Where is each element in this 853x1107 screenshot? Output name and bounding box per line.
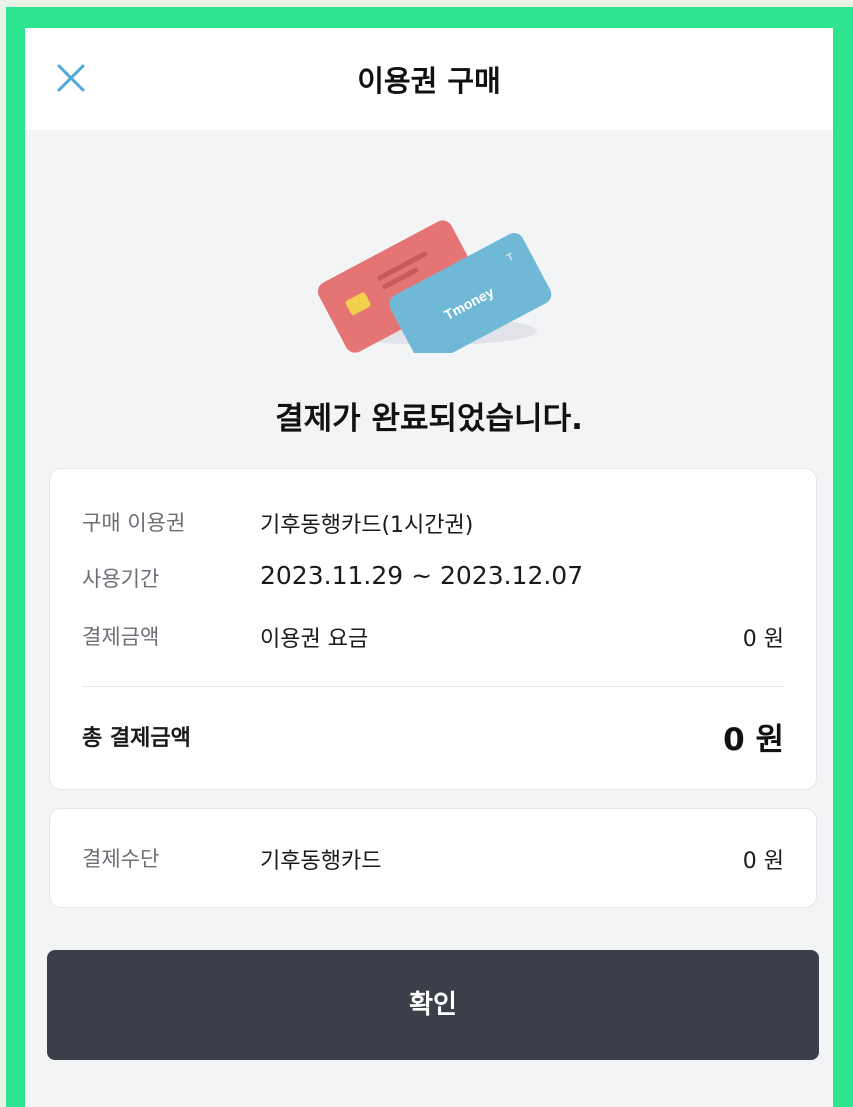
payment-method-card: 결제수단 기후동행카드 0 원 [49,808,817,908]
top-bar: 이용권 구매 [25,28,833,130]
summary-row-ticket: 구매 이용권 기후동행카드(1시간권) [82,507,784,541]
summary-label: 구매 이용권 [82,511,186,535]
confirm-button[interactable]: 확인 [47,950,819,1060]
app-screen: 이용권 구매 Tmoney T 결제가 완료되었습니다. 구매 이용권 기후동행… [25,28,833,1107]
page-title: 이용권 구매 [357,64,501,98]
summary-label: 사용기간 [82,567,160,591]
summary-row-payment-amount: 결제금액 이용권 요금 0 원 [82,621,784,655]
purchase-summary-card: 구매 이용권 기후동행카드(1시간권) 사용기간 2023.11.29 ~ 20… [49,468,817,790]
payment-complete-message: 결제가 완료되었습니다. [275,401,583,437]
summary-row-period: 사용기간 2023.11.29 ~ 2023.12.07 [82,561,784,597]
summary-label: 결제금액 [82,625,160,649]
divider [82,686,784,687]
payment-cards-illustration: Tmoney T [317,220,552,353]
payment-method-label: 결제수단 [82,847,160,871]
device-frame: 이용권 구매 Tmoney T 결제가 완료되었습니다. 구매 이용권 기후동행… [6,7,853,1107]
total-amount: 0 원 [723,722,784,758]
summary-amount: 0 원 [742,627,784,652]
total-row: 총 결제금액 0 원 [82,714,784,758]
summary-value: 2023.11.29 ~ 2023.12.07 [260,561,584,590]
total-label: 총 결제금액 [82,726,191,751]
summary-value: 이용권 요금 [260,627,369,652]
payment-method-amount: 0 원 [742,849,784,874]
summary-value: 기후동행카드(1시간권) [260,513,474,538]
payment-method-row: 결제수단 기후동행카드 0 원 [82,843,784,877]
payment-method-value: 기후동행카드 [260,849,382,874]
